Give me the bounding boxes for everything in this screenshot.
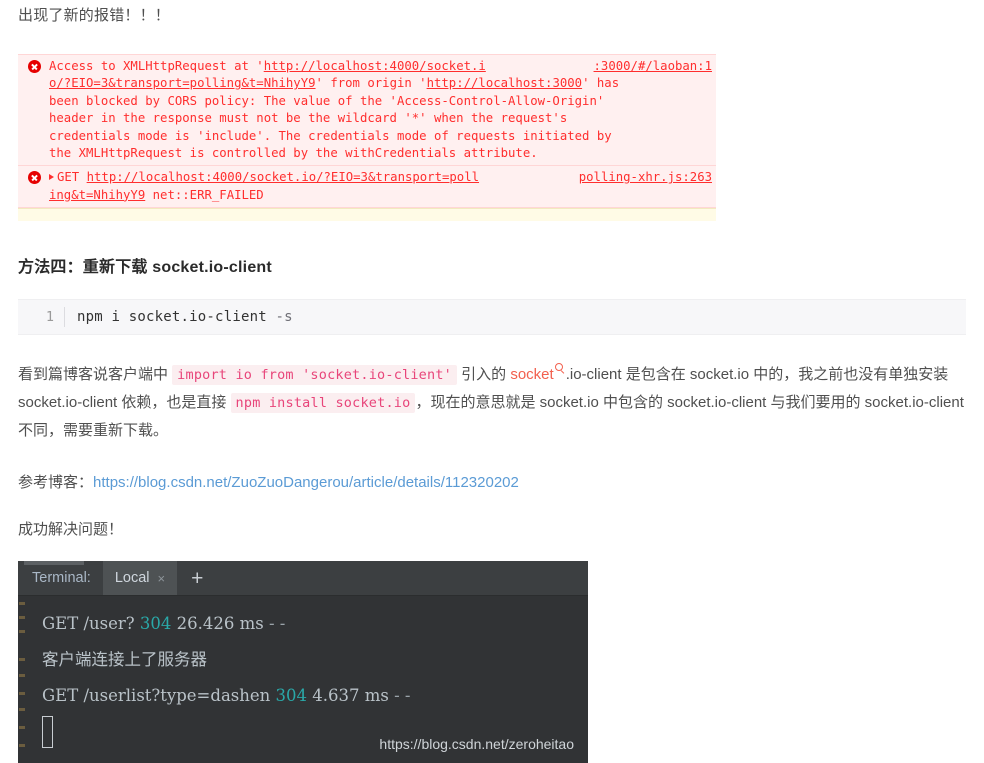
console-error-line-2: o/?EIO=3&transport=polling&t=NhihyY9' fr… (49, 76, 619, 90)
error-circle-icon (28, 171, 41, 185)
cors-line1-prefix: Access to XMLHttpRequest at ' (49, 59, 264, 73)
search-icon[interactable] (554, 363, 566, 374)
console-error-line-6: the XMLHttpRequest is controlled by the … (49, 146, 538, 161)
success-text: 成功解决问题！ (18, 521, 124, 539)
code-flag: -s (275, 309, 293, 326)
close-icon[interactable]: × (158, 572, 166, 585)
console-get-line-1: GET http://localhost:4000/socket.io/?EIO… (49, 170, 479, 184)
code-command-text: npm i socket.io-client -s (77, 309, 293, 325)
intro-text: 出现了新的报错！！！ (18, 7, 171, 24)
terminal-panel: Terminal: Local × + GET /user? 304 26.42… (18, 561, 588, 763)
terminal-label: Terminal: (32, 570, 91, 587)
terminal-tab-local[interactable]: Local × (102, 561, 178, 596)
console-error-row-get[interactable]: GET http://localhost:4000/socket.io/?EIO… (18, 166, 716, 209)
code-line-number: 1 (45, 309, 54, 326)
add-terminal-tab-button[interactable]: + (177, 568, 217, 589)
terminal-line: GET /userlist?type=dashen 304 4.637 ms -… (18, 678, 588, 714)
terminal-line-status: 304 (139, 614, 172, 634)
terminal-line: GET /user? 304 26.426 ms - - (18, 606, 588, 642)
terminal-tab-label: Local (114, 570, 150, 587)
terminal-line-status: 304 (275, 686, 308, 706)
page-title: 方法四：重新下载 socket.io-client (18, 259, 272, 277)
watermark-text: https://blog.csdn.net/zeroheitao (379, 736, 574, 753)
cors-request-url-part2[interactable]: o/?EIO=3&transport=polling&t=NhihyY9 (49, 76, 316, 90)
terminal-tab-bar: Terminal: Local × + (18, 561, 588, 597)
console-error-line-5: credentials mode is 'include'. The crede… (49, 128, 612, 143)
inline-code-import: import io from 'socket.io-client' (172, 365, 457, 386)
terminal-line-tail: - - (268, 614, 286, 634)
http-method: GET (57, 170, 80, 185)
code-block-npm-install[interactable]: 1 npm i socket.io-client -s (18, 299, 966, 336)
terminal-line-request: GET /user? (42, 614, 140, 634)
console-network-source-link[interactable]: polling-xhr.js:263 (579, 169, 712, 186)
console-error-line-4: header in the response must not be the w… (49, 111, 568, 126)
explanation-paragraph: 看到篇博客说客户端中 import io from 'socket.io-cli… (18, 361, 966, 445)
keyword-highlight-socket[interactable]: socket (510, 366, 553, 383)
console-warning-strip (18, 208, 716, 222)
reference-blog-link[interactable]: https://blog.csdn.net/ZuoZuoDangerou/art… (93, 474, 519, 491)
para-segment-1: 看到篇博客说客户端中 (18, 366, 173, 384)
para-segment-2: 引入的 (457, 366, 511, 384)
console-error-line-1: Access to XMLHttpRequest at 'http://loca… (49, 59, 486, 73)
cors-request-url-part1[interactable]: http://localhost:4000/socket.i (264, 59, 486, 73)
terminal-gutter (18, 596, 28, 763)
reference-line: 参考博客：https://blog.csdn.net/ZuoZuoDangero… (18, 471, 966, 492)
terminal-cursor (42, 716, 53, 749)
terminal-line-tail: - - (394, 686, 411, 706)
cors-origin-url[interactable]: http://localhost:3000 (427, 76, 582, 90)
console-get-line-2: ing&t=NhihyY9 net::ERR_FAILED (49, 188, 264, 202)
inline-code-npm-install: npm install socket.io (230, 393, 416, 414)
console-error-source-link[interactable]: :3000/#/laoban:1 (594, 58, 712, 75)
failed-request-url-part1[interactable]: http://localhost:4000/socket.io/?EIO=3&t… (87, 170, 479, 184)
terminal-line-request: GET /userlist?type=dashen (42, 686, 276, 706)
console-error-row-cors[interactable]: Access to XMLHttpRequest at 'http://loca… (18, 55, 716, 167)
expand-triangle-icon[interactable] (49, 174, 54, 181)
net-error-status: net::ERR_FAILED (152, 187, 264, 202)
article-page: 出现了新的报错！！！ Access to XMLHttpRequest at '… (0, 0, 984, 763)
browser-console-error-panel: Access to XMLHttpRequest at 'http://loca… (18, 54, 716, 222)
failed-request-url-part2[interactable]: ing&t=NhihyY9 (49, 188, 145, 202)
error-circle-icon (28, 60, 41, 73)
terminal-line-timing: 4.637 ms (307, 686, 395, 706)
terminal-output[interactable]: GET /user? 304 26.426 ms - - 客户端连接上了服务器 … (18, 596, 588, 763)
code-command: npm i socket.io-client (77, 309, 267, 326)
terminal-line: 客户端连接上了服务器 (42, 650, 207, 670)
code-gutter-divider (64, 307, 65, 328)
cors-line2-mid: ' from origin ' (315, 76, 427, 91)
console-error-line-3: been blocked by CORS policy: The value o… (49, 93, 605, 108)
terminal-line-timing: 26.426 ms (171, 614, 269, 634)
reference-label: 参考博客： (18, 474, 94, 492)
cors-line2-tail: ' has (582, 76, 620, 91)
